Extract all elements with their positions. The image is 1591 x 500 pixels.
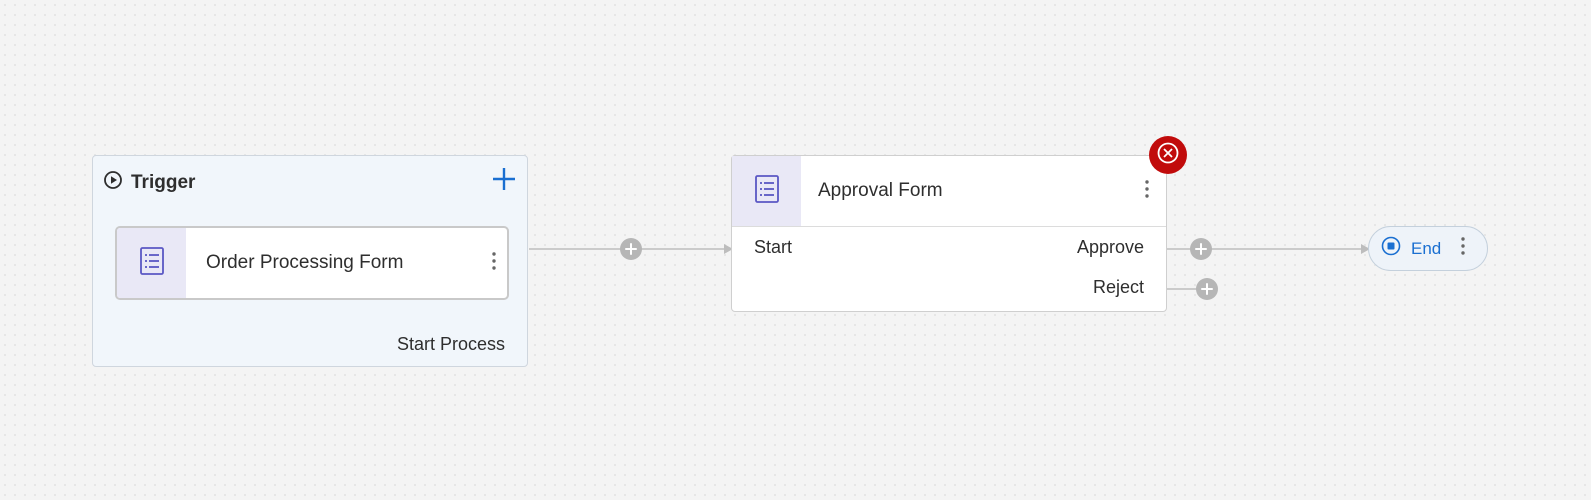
add-step-button-after-trigger[interactable] — [620, 238, 642, 260]
form-list-icon — [139, 246, 165, 281]
approval-form-title: Approval Form — [818, 180, 943, 201]
plus-icon — [1195, 243, 1207, 255]
form-icon-cell — [117, 228, 186, 298]
plus-icon — [491, 168, 517, 196]
kebab-icon — [491, 251, 497, 276]
kebab-icon — [1460, 236, 1466, 261]
approval-form-header[interactable]: Approval Form — [732, 156, 1166, 227]
trigger-header: Trigger — [103, 170, 195, 195]
approval-output-port-approve: Approve — [1076, 237, 1144, 257]
trigger-container[interactable]: Trigger Order Processing Form Start Proc… — [92, 155, 528, 367]
order-processing-form-label: Order Processing Form — [206, 252, 404, 273]
play-circle-icon — [103, 170, 123, 195]
approval-error-badge[interactable] — [1149, 136, 1187, 174]
add-step-button-after-approve[interactable] — [1190, 238, 1212, 260]
order-processing-form-card[interactable]: Order Processing Form — [115, 226, 509, 300]
approval-form-node[interactable]: Approval Form Start Approve Reject — [731, 155, 1167, 312]
end-label: End — [1411, 238, 1442, 258]
plus-icon — [1201, 283, 1213, 295]
plus-icon — [625, 243, 637, 255]
order-form-menu-button[interactable] — [481, 228, 507, 298]
workflow-canvas[interactable]: Trigger Order Processing Form Start Proc… — [0, 0, 1591, 500]
approval-output-port-reject: Reject — [1092, 277, 1144, 297]
add-step-button-after-reject[interactable] — [1196, 278, 1218, 300]
start-process-port-label: Start Process — [396, 334, 505, 354]
end-node-menu-button[interactable] — [1453, 236, 1473, 261]
add-trigger-button[interactable] — [491, 166, 517, 192]
approval-input-port-start: Start — [754, 237, 793, 257]
form-icon-cell — [732, 156, 801, 226]
trigger-title: Trigger — [131, 171, 196, 193]
end-node[interactable]: End — [1368, 226, 1488, 271]
error-x-icon — [1156, 141, 1180, 170]
form-list-icon — [754, 174, 780, 209]
stop-icon — [1381, 236, 1401, 261]
kebab-icon — [1144, 179, 1150, 204]
